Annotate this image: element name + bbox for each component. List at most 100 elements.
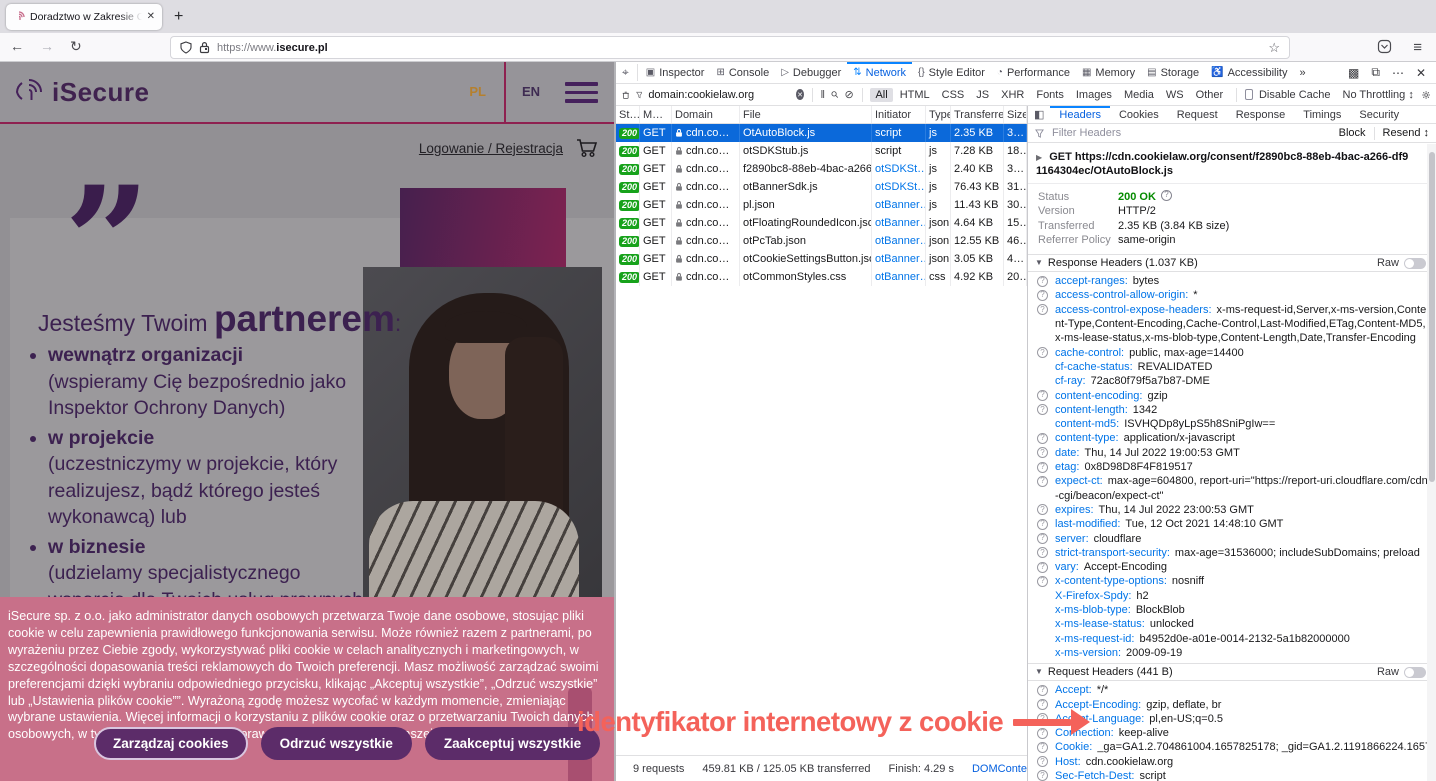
initiator-cell[interactable]: script [872, 142, 926, 160]
tab-memory[interactable]: ▦Memory [1076, 62, 1141, 83]
column-header[interactable]: St… [616, 106, 640, 123]
network-request-row[interactable]: 200 GET cdn.co… f2890bc8-88eb-4bac-a266-… [616, 160, 1027, 178]
header-name[interactable]: vary [1055, 561, 1079, 573]
shield-icon[interactable] [180, 41, 192, 54]
header-help-icon[interactable]: ? [1037, 576, 1048, 587]
close-devtools-icon[interactable]: ✕ [1416, 66, 1426, 80]
raw-toggle[interactable] [1404, 667, 1426, 678]
column-header[interactable]: Size [1004, 106, 1027, 123]
block-request-icon[interactable]: ⊘ [845, 88, 854, 101]
header-help-icon[interactable]: ? [1037, 476, 1048, 487]
header-help-icon[interactable]: ? [1037, 404, 1048, 415]
header-name[interactable]: last-modified [1055, 518, 1120, 530]
response-headers-section[interactable]: ▼ Response Headers (1.037 KB) Raw [1028, 254, 1436, 272]
meatball-menu-icon[interactable]: ⋯ [1392, 66, 1404, 80]
cookie-banner-button[interactable]: Zaakceptuj wszystkie [425, 727, 600, 760]
separate-window-icon[interactable]: ⧉ [1371, 65, 1380, 80]
tab-request[interactable]: Request [1168, 106, 1227, 123]
header-help-icon[interactable]: ? [1037, 347, 1048, 358]
new-tab-button[interactable]: + [174, 8, 183, 26]
header-name[interactable]: x-ms-version [1055, 647, 1121, 659]
header-help-icon[interactable]: ? [1037, 756, 1048, 767]
tab-network[interactable]: ⇅Network [847, 62, 912, 83]
language-en-button[interactable]: EN [522, 84, 540, 99]
cookie-banner-button[interactable]: Odrzuć wszystkie [261, 727, 412, 760]
header-name[interactable]: expect-ct [1055, 475, 1103, 487]
pick-element-button[interactable]: ⌖ [616, 62, 635, 83]
network-request-row[interactable]: 200 GET cdn.co… otBannerSdk.js otSDKSt… … [616, 178, 1027, 196]
header-name[interactable]: cf-ray [1055, 375, 1086, 387]
pocket-icon[interactable] [1377, 39, 1392, 54]
type-filter-button[interactable]: CSS [937, 88, 970, 102]
tab-response[interactable]: Response [1227, 106, 1295, 123]
header-name[interactable]: Cookie [1055, 741, 1092, 753]
search-icon[interactable] [831, 89, 839, 100]
header-name[interactable]: cf-cache-status [1055, 361, 1133, 373]
more-tabs-button[interactable]: » [1293, 62, 1311, 83]
header-help-icon[interactable]: ? [1037, 447, 1048, 458]
header-name[interactable]: x-ms-request-id [1055, 633, 1134, 645]
tab-console[interactable]: ⊞Console [710, 62, 775, 83]
app-menu-icon[interactable]: ≡ [1413, 39, 1422, 56]
header-name[interactable]: accept-ranges [1055, 275, 1128, 287]
clear-filter-icon[interactable]: ✕ [796, 89, 804, 100]
tab-performance[interactable]: ◔Performance [991, 62, 1076, 83]
network-request-row[interactable]: 200 GET cdn.co… otPcTab.json otBanner… j… [616, 232, 1027, 250]
type-filter-button[interactable]: All [870, 88, 892, 102]
tab-timings[interactable]: Timings [1294, 106, 1350, 123]
browser-tab[interactable]: Doradztwo w Zakresie Ochrony Dany ✕ [6, 4, 162, 30]
tab-cookies[interactable]: Cookies [1110, 106, 1168, 123]
type-filter-button[interactable]: Fonts [1031, 88, 1069, 102]
header-help-icon[interactable]: ? [1037, 519, 1048, 530]
header-name[interactable]: date [1055, 447, 1079, 459]
language-pl-button[interactable]: PL [469, 84, 486, 99]
header-help-icon[interactable]: ? [1037, 276, 1048, 287]
type-filter-button[interactable]: XHR [996, 88, 1029, 102]
header-help-icon[interactable]: ? [1037, 770, 1048, 781]
header-name[interactable]: x-ms-blob-type [1055, 604, 1131, 616]
block-url-button[interactable]: Block [1339, 127, 1366, 139]
tab-debugger[interactable]: ▷Debugger [775, 62, 847, 83]
network-request-row[interactable]: 200 GET cdn.co… otCommonStyles.css otBan… [616, 268, 1027, 286]
network-request-row[interactable]: 200 GET cdn.co… OtAutoBlock.js script js… [616, 124, 1027, 142]
header-name[interactable]: content-encoding [1055, 390, 1142, 402]
header-name[interactable]: x-ms-lease-status [1055, 618, 1145, 630]
scrollbar-thumb[interactable] [1429, 152, 1435, 482]
header-name[interactable]: expires [1055, 504, 1094, 516]
raw-toggle[interactable] [1404, 258, 1426, 269]
initiator-cell[interactable]: otBanner… [872, 232, 926, 250]
header-help-icon[interactable]: ? [1037, 547, 1048, 558]
resend-button[interactable]: Resend ↕ [1383, 127, 1429, 139]
tab-style-editor[interactable]: {}Style Editor [912, 62, 991, 83]
column-header[interactable]: Initiator [872, 106, 926, 123]
column-header[interactable]: Transferred [951, 106, 1004, 123]
tab-inspector[interactable]: ▣Inspector [640, 62, 711, 83]
header-name[interactable]: cache-control [1055, 347, 1124, 359]
site-menu-icon[interactable] [565, 82, 598, 108]
header-name[interactable]: Host [1055, 756, 1081, 768]
tab-close-icon[interactable]: ✕ [147, 11, 155, 22]
lock-icon[interactable] [199, 41, 210, 54]
reload-icon[interactable]: ↻ [70, 38, 82, 55]
filter-headers-input[interactable] [1052, 127, 1331, 139]
header-name[interactable]: content-length [1055, 404, 1128, 416]
disable-cache-checkbox[interactable] [1245, 89, 1253, 100]
initiator-cell[interactable]: otBanner… [872, 268, 926, 286]
tab-accessibility[interactable]: ♿Accessibility [1205, 62, 1293, 83]
initiator-cell[interactable]: otBanner… [872, 196, 926, 214]
column-header[interactable]: Type [926, 106, 951, 123]
header-name[interactable]: etag [1055, 461, 1079, 473]
network-request-row[interactable]: 200 GET cdn.co… otSDKStub.js script js 7… [616, 142, 1027, 160]
header-name[interactable]: X-Firefox-Spdy [1055, 590, 1131, 602]
network-request-row[interactable]: 200 GET cdn.co… otFloatingRoundedIcon.js… [616, 214, 1027, 232]
expand-triangle-icon[interactable]: ▶ [1036, 153, 1042, 162]
request-url-summary[interactable]: ▶ GET https://cdn.cookielaw.org/consent/… [1028, 144, 1436, 184]
header-name[interactable]: access-control-allow-origin [1055, 289, 1188, 301]
network-request-row[interactable]: 200 GET cdn.co… otCookieSettingsButton.j… [616, 250, 1027, 268]
url-bar[interactable]: https://www. isecure.pl ☆ [170, 36, 1290, 59]
header-name[interactable]: server [1055, 533, 1089, 545]
cookie-banner-button[interactable]: Zarządzaj cookies [94, 727, 248, 760]
back-icon[interactable]: ← [10, 38, 24, 54]
network-request-row[interactable]: 200 GET cdn.co… pl.json otBanner… js 11.… [616, 196, 1027, 214]
header-help-icon[interactable]: ? [1037, 533, 1048, 544]
